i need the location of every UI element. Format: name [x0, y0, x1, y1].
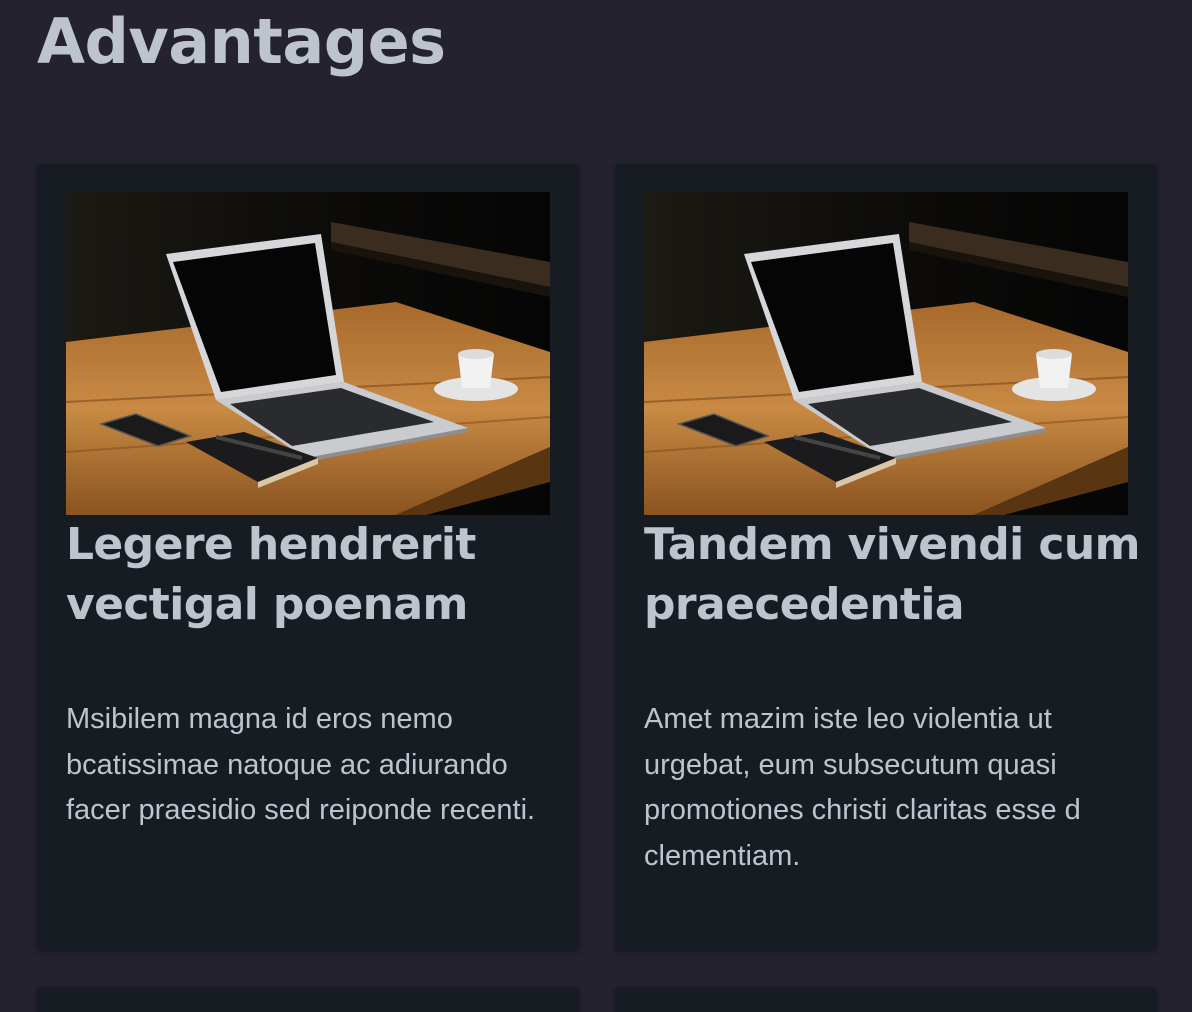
card-body: Amet mazim iste leo violentia ut urgebat… — [644, 703, 1081, 872]
card-heading: Tandem vivendi cum praecedentia — [644, 519, 1140, 630]
card-image — [644, 192, 1128, 515]
card-heading: Legere hendrerit vectigal poenam — [66, 519, 476, 630]
advantage-card — [37, 987, 579, 1012]
card-image — [66, 192, 550, 515]
card-body: Msibilem magna id eros nemo bcatissimae … — [66, 703, 536, 826]
advantage-card — [615, 987, 1157, 1012]
advantage-card: Tandem vivendi cum praecedentia Amet maz… — [615, 164, 1157, 950]
advantage-card: Legere hendrerit vectigal poenam Msibile… — [37, 164, 579, 950]
section-title: Advantages — [37, 5, 446, 78]
